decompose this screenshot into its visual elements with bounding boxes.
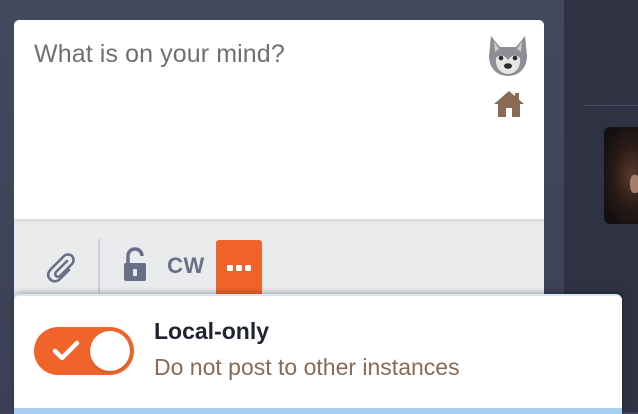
- home-icon[interactable]: [492, 88, 526, 120]
- wolf-avatar-icon[interactable]: [486, 34, 530, 80]
- options-dropdown: Local-only Do not post to other instance…: [14, 294, 622, 414]
- cw-button[interactable]: CW: [165, 249, 207, 283]
- side-divider: [584, 105, 638, 106]
- media-thumbnail[interactable]: [604, 127, 638, 224]
- paperclip-icon[interactable]: [44, 249, 82, 285]
- dropdown-next-item-edge: [14, 408, 622, 414]
- checkmark-icon: [52, 340, 80, 361]
- compose-box: What is on your mind? CW: [14, 20, 544, 312]
- more-options-button[interactable]: [216, 240, 262, 295]
- compose-textarea[interactable]: What is on your mind?: [34, 40, 285, 69]
- local-only-toggle[interactable]: [34, 327, 134, 375]
- unlock-icon[interactable]: [117, 245, 153, 285]
- toggle-knob: [90, 331, 130, 371]
- toolbar-divider: [98, 239, 100, 295]
- option-title: Local-only: [154, 318, 270, 344]
- option-description: Do not post to other instances: [154, 354, 460, 380]
- ellipsis-icon: [227, 264, 251, 271]
